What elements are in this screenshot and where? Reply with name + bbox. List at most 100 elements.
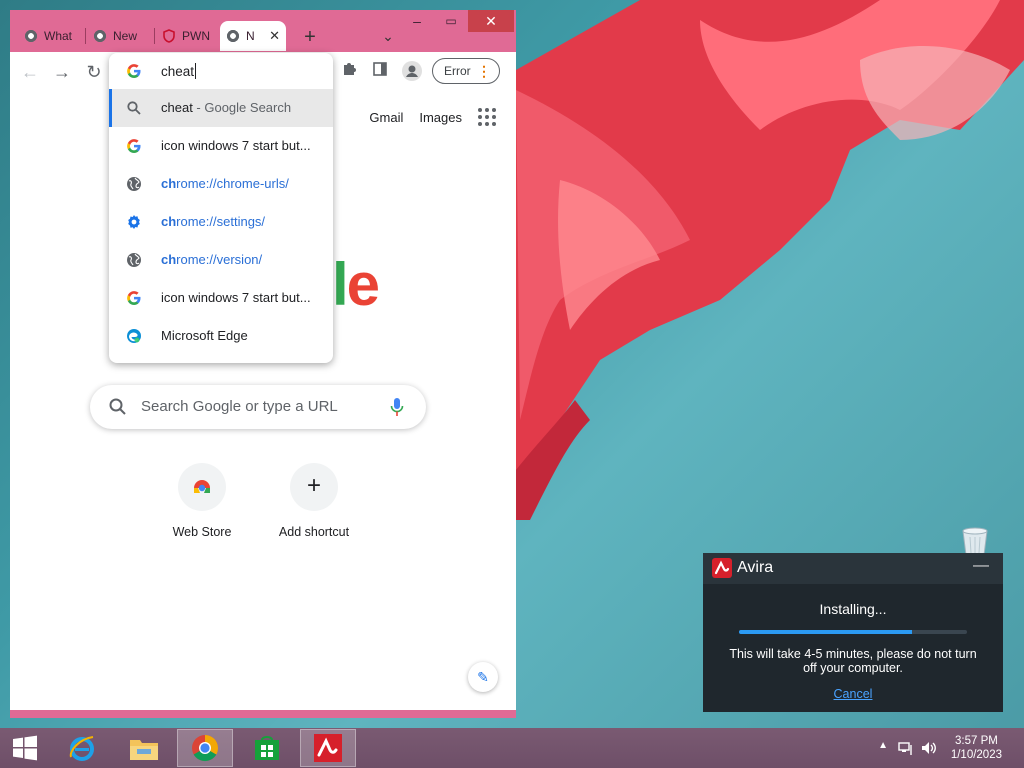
suggestion-rest: icon windows 7 start but...: [161, 138, 311, 153]
suggestion-match: ch: [161, 214, 177, 229]
tab-separator: [154, 28, 155, 44]
forward-button[interactable]: →: [50, 60, 74, 84]
taskbar-store[interactable]: [239, 729, 295, 767]
images-link[interactable]: Images: [419, 110, 462, 125]
taskbar: ▲ 3:57 PM 1/10/2023: [0, 728, 1024, 768]
chrome-favicon-icon: [93, 29, 107, 43]
ntp-search-box[interactable]: Search Google or type a URL: [90, 385, 426, 429]
recycle-bin-icon[interactable]: [957, 527, 993, 556]
suggestion-rest: rome://version/: [176, 252, 263, 267]
text-caret: [195, 63, 197, 79]
tab-title: What: [44, 29, 73, 43]
extensions-puzzle-icon[interactable]: [339, 61, 359, 81]
taskbar-avira[interactable]: [300, 729, 356, 767]
profile-avatar-icon[interactable]: [402, 61, 422, 81]
omnibox-suggestion[interactable]: icon windows 7 start but...: [109, 127, 333, 165]
omnibox-suggestion[interactable]: chrome://chrome-urls/: [109, 165, 333, 203]
suggestion-text: cheat - Google Search: [161, 100, 325, 115]
taskbar-internet-explorer[interactable]: [54, 729, 110, 767]
tab-title: N: [246, 29, 255, 43]
add-shortcut-tile: +: [290, 463, 338, 511]
install-message: This will take 4-5 minutes, please do no…: [729, 647, 977, 675]
web-store-tile: [178, 463, 226, 511]
omnibox-dropdown: cheat cheat - Google Search icon windows …: [109, 53, 333, 363]
chrome-icon: [192, 735, 219, 762]
network-icon[interactable]: [898, 740, 914, 756]
show-hidden-icons-chevron-icon[interactable]: ▲: [878, 740, 888, 751]
suggestion-match: cheat: [161, 100, 193, 115]
tab-2[interactable]: New: [87, 21, 153, 51]
tab-title: PWN: [182, 29, 210, 43]
shortcut-web-store[interactable]: Web Store: [157, 463, 247, 539]
globe-icon: [126, 176, 142, 192]
omnibox-suggestion[interactable]: Microsoft Edge: [109, 317, 333, 355]
minimize-button[interactable]: –: [402, 10, 432, 32]
side-panel-icon[interactable]: [370, 61, 390, 81]
pwn-shield-icon: [163, 29, 175, 43]
suggestion-rest: rome://settings/: [176, 214, 266, 229]
search-icon: [109, 398, 126, 415]
google-icon: [126, 138, 142, 154]
close-window-button[interactable]: ✕: [468, 10, 514, 32]
settings-gear-icon: [126, 214, 142, 230]
taskbar-chrome[interactable]: [177, 729, 233, 767]
shortcut-label: Web Store: [172, 525, 232, 539]
plus-icon: +: [306, 472, 321, 499]
back-button[interactable]: ←: [18, 60, 42, 84]
tab-1[interactable]: What: [18, 21, 84, 51]
tab-4-active[interactable]: N ✕: [220, 21, 286, 51]
avira-logo-icon: [712, 558, 732, 578]
omnibox-suggestion[interactable]: cheat - Google Search: [109, 89, 333, 127]
omnibox-input[interactable]: cheat: [109, 53, 333, 89]
volume-speaker-icon[interactable]: [920, 740, 938, 756]
gmail-link[interactable]: Gmail: [369, 110, 403, 125]
taskbar-file-explorer[interactable]: [116, 729, 172, 767]
logo-fragment-text: le: [332, 251, 380, 318]
taskbar-clock[interactable]: 3:57 PM 1/10/2023: [951, 734, 1002, 762]
install-status: Installing...: [819, 601, 887, 617]
cancel-install-link[interactable]: Cancel: [703, 687, 1003, 701]
suggestion-match: ch: [161, 176, 177, 191]
suggestion-text: chrome://settings/: [161, 214, 325, 229]
avira-minimize-button[interactable]: —: [973, 557, 989, 575]
tab-title: New: [113, 29, 138, 43]
microphone-icon[interactable]: [390, 397, 404, 417]
tab-strip: What New PWN N ✕ + ⌄ – ▭ ✕: [10, 10, 516, 52]
customize-pencil-icon[interactable]: ✎: [468, 662, 498, 692]
tab-3[interactable]: PWN: [156, 21, 220, 51]
suggestion-text: Microsoft Edge: [161, 328, 325, 343]
search-placeholder: Search Google or type a URL: [141, 398, 338, 415]
suggestion-rest: Microsoft Edge: [161, 328, 248, 343]
google-icon: [126, 290, 142, 306]
file-explorer-folder-icon: [130, 740, 158, 760]
clock-time: 3:57 PM: [955, 735, 998, 747]
reload-button[interactable]: ↻: [82, 60, 106, 84]
profile-error-label: Error: [444, 64, 471, 78]
omnibox-suggestion[interactable]: chrome://version/: [109, 241, 333, 279]
tab-close-icon[interactable]: ✕: [269, 28, 280, 44]
omnibox-suggestion[interactable]: chrome://settings/: [109, 203, 333, 241]
edge-icon: [126, 328, 142, 344]
kebab-menu-icon[interactable]: ⋮: [477, 63, 491, 79]
suggestion-rest: rome://chrome-urls/: [176, 176, 289, 191]
tab-separator: [85, 28, 86, 44]
start-button[interactable]: [0, 729, 50, 767]
new-tab-button[interactable]: +: [298, 26, 322, 50]
avira-umbrella-icon: [314, 734, 342, 762]
profile-error-button[interactable]: Error ⋮: [432, 58, 500, 84]
suggestion-match: ch: [161, 252, 177, 267]
chrome-favicon-icon: [24, 29, 38, 43]
tab-search-chevron-icon[interactable]: ⌄: [378, 26, 398, 46]
suggestion-text: icon windows 7 start but...: [161, 290, 325, 305]
internet-explorer-icon: [69, 736, 94, 761]
globe-icon: [126, 252, 142, 268]
chrome-favicon-icon: [226, 29, 240, 43]
suggestion-text: chrome://chrome-urls/: [161, 176, 325, 191]
maximize-button[interactable]: ▭: [436, 10, 466, 32]
google-icon: [127, 64, 141, 78]
windows-store-icon: [255, 736, 279, 760]
shortcut-add[interactable]: + Add shortcut: [269, 463, 359, 539]
suggestion-text: chrome://version/: [161, 252, 325, 267]
omnibox-suggestion[interactable]: icon windows 7 start but...: [109, 279, 333, 317]
apps-grid-icon[interactable]: [478, 108, 496, 126]
